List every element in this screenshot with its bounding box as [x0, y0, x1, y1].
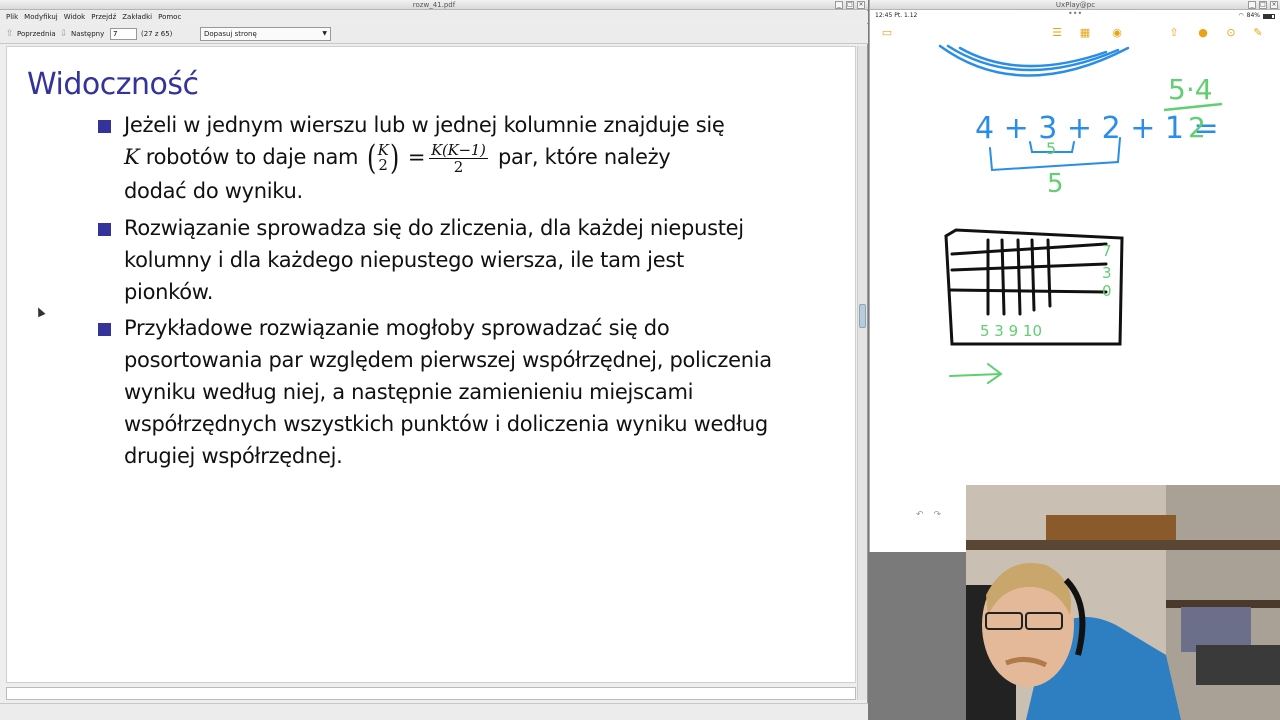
chevron-down-icon: ▼: [322, 30, 327, 37]
undo-redo-controls: ↶ ↷: [916, 510, 941, 520]
minimize-button[interactable]: _: [1248, 1, 1256, 9]
next-page-button[interactable]: ⇩ Następny: [60, 28, 104, 40]
arrow-up-icon: ⇧: [6, 28, 14, 39]
big-brace-label: 5: [1047, 169, 1064, 199]
pdf-viewer-window: rozw_41.pdf _ □ × Plik Modyfikuj Widok P…: [0, 0, 868, 720]
bullet-3: Przykładowe rozwiązanie mogłoby sprowadz…: [124, 316, 772, 468]
menu-bookmarks[interactable]: Zakładki: [122, 11, 152, 23]
handwriting-canvas[interactable]: 4 + 3 + 2 + 1 = 5 5 5·4 2 7 3 0 5 3 9 10: [870, 44, 1280, 504]
fraction-denominator-hand: 2: [1188, 111, 1206, 144]
horizontal-scrollbar[interactable]: [6, 687, 856, 700]
menu-view[interactable]: Widok: [64, 11, 86, 23]
table-icon[interactable]: ▦: [1078, 26, 1092, 40]
redo-icon[interactable]: ↷: [934, 510, 942, 520]
maximize-button[interactable]: □: [1259, 1, 1267, 9]
bullet-2: Rozwiązanie sprowadza się do zliczenia, …: [124, 216, 744, 304]
zoom-select[interactable]: Dopasuj stronę ▼: [200, 27, 331, 41]
equals-sign: =: [407, 145, 426, 169]
bullet-1-line-1: Jeżeli w jednym wierszu lub w jednej kol…: [124, 113, 725, 137]
pdf-page: Widoczność Jeżeli w jednym wierszu lub w…: [6, 46, 856, 683]
scrollbar-thumb[interactable]: [859, 304, 866, 328]
pdf-titlebar: rozw_41.pdf _ □ ×: [0, 0, 868, 10]
camera-icon[interactable]: ◉: [1110, 26, 1124, 40]
binom-bottom: 2: [378, 156, 388, 174]
slide-title: Widoczność: [27, 67, 199, 102]
fraction: K(K−1) 2: [429, 140, 488, 176]
toolbar: ⇧ Poprzednia ⇩ Następny (27 z 65) Dopasu…: [0, 24, 868, 44]
new-note-icon[interactable]: ✎: [1251, 26, 1265, 40]
column-counts: 5 3 9 10: [980, 322, 1042, 340]
sum-expression: 4 + 3 + 2 + 1 =: [975, 111, 1219, 146]
uxplay-window: UxPlay@pc _ □ × 12:45 Pt. 1.12 ••• ◠ 84%…: [869, 0, 1280, 552]
row-count-3: 0: [1102, 282, 1112, 300]
previous-page-button[interactable]: ⇧ Poprzednia: [6, 28, 56, 40]
bullet-1-line-3: dodać do wyniku.: [124, 178, 303, 203]
battery-icon: [1263, 13, 1275, 19]
menu-help[interactable]: Pomoc: [158, 11, 181, 23]
previous-page-label: Poprzednia: [17, 30, 56, 38]
bullet-square-icon: [98, 223, 111, 236]
menu-file[interactable]: Plik: [6, 11, 18, 23]
bullet-1-after-text: par, które należy: [491, 145, 671, 169]
sidebar-icon[interactable]: ▭: [880, 26, 894, 40]
battery-percent: 84%: [1246, 12, 1260, 19]
small-brace-label: 5: [1046, 139, 1056, 158]
bullet-1-mid-text: robotów to daje nam: [139, 145, 365, 169]
row-count-2: 3: [1102, 264, 1112, 282]
undo-icon[interactable]: ↶: [916, 510, 924, 520]
menu-bar: Plik Modyfikuj Widok Przejdź Zakładki Po…: [0, 11, 868, 23]
status-bar: [0, 703, 868, 720]
bullet-1-line-2: K robotów to daje nam (K 2) = K(K−1) 2 par,…: [124, 141, 824, 175]
wifi-icon: ◠: [1238, 12, 1244, 19]
notes-toolbar: ▭ ☰ ▦ ◉ ⇧ ● ⊙ ✎: [870, 22, 1280, 44]
arrow-down-icon: ⇩: [60, 28, 68, 39]
blue-arcs-drawing: [938, 44, 1130, 77]
close-button[interactable]: ×: [857, 1, 865, 9]
bullet-square-icon: [98, 323, 111, 336]
page-number-input[interactable]: [110, 28, 137, 40]
fraction-numerator: K(K−1): [429, 140, 488, 159]
zoom-value: Dopasuj stronę: [204, 30, 257, 38]
bullet-1: Jeżeli w jednym wierszu lub w jednej kol…: [124, 109, 824, 207]
vertical-scrollbar[interactable]: [857, 46, 867, 700]
status-time: 12:45 Pt. 1.12: [875, 12, 918, 19]
bullet-square-icon: [98, 120, 111, 133]
binomial-coefficient: (K 2): [366, 138, 400, 178]
webcam-image: [966, 485, 1280, 720]
checklist-icon[interactable]: ☰: [1050, 26, 1064, 40]
row-count-1: 7: [1102, 242, 1112, 260]
window-title: rozw_41.pdf: [412, 1, 456, 9]
maximize-button[interactable]: □: [846, 1, 854, 9]
more-dots-icon: •••: [1068, 9, 1083, 18]
fraction-numerator-hand: 5·4: [1168, 73, 1213, 106]
menu-go[interactable]: Przejdź: [91, 11, 116, 23]
minimize-button[interactable]: _: [835, 1, 843, 9]
arrow-right-icon: [949, 363, 1003, 384]
page-count: (27 z 65): [141, 30, 173, 38]
more-icon[interactable]: ⊙: [1224, 26, 1238, 40]
close-button[interactable]: ×: [1270, 1, 1278, 9]
status-right: ◠ 84%: [1238, 11, 1275, 21]
math-k: K: [124, 145, 140, 169]
markup-pen-icon[interactable]: ●: [1196, 26, 1210, 40]
menu-edit[interactable]: Modyfikuj: [24, 11, 58, 23]
next-page-label: Następny: [71, 30, 105, 38]
webcam-feed: [966, 485, 1280, 720]
share-icon[interactable]: ⇧: [1167, 26, 1181, 40]
fraction-denominator: 2: [453, 157, 464, 176]
tablet-status-bar: 12:45 Pt. 1.12 ••• ◠ 84%: [870, 9, 1280, 21]
